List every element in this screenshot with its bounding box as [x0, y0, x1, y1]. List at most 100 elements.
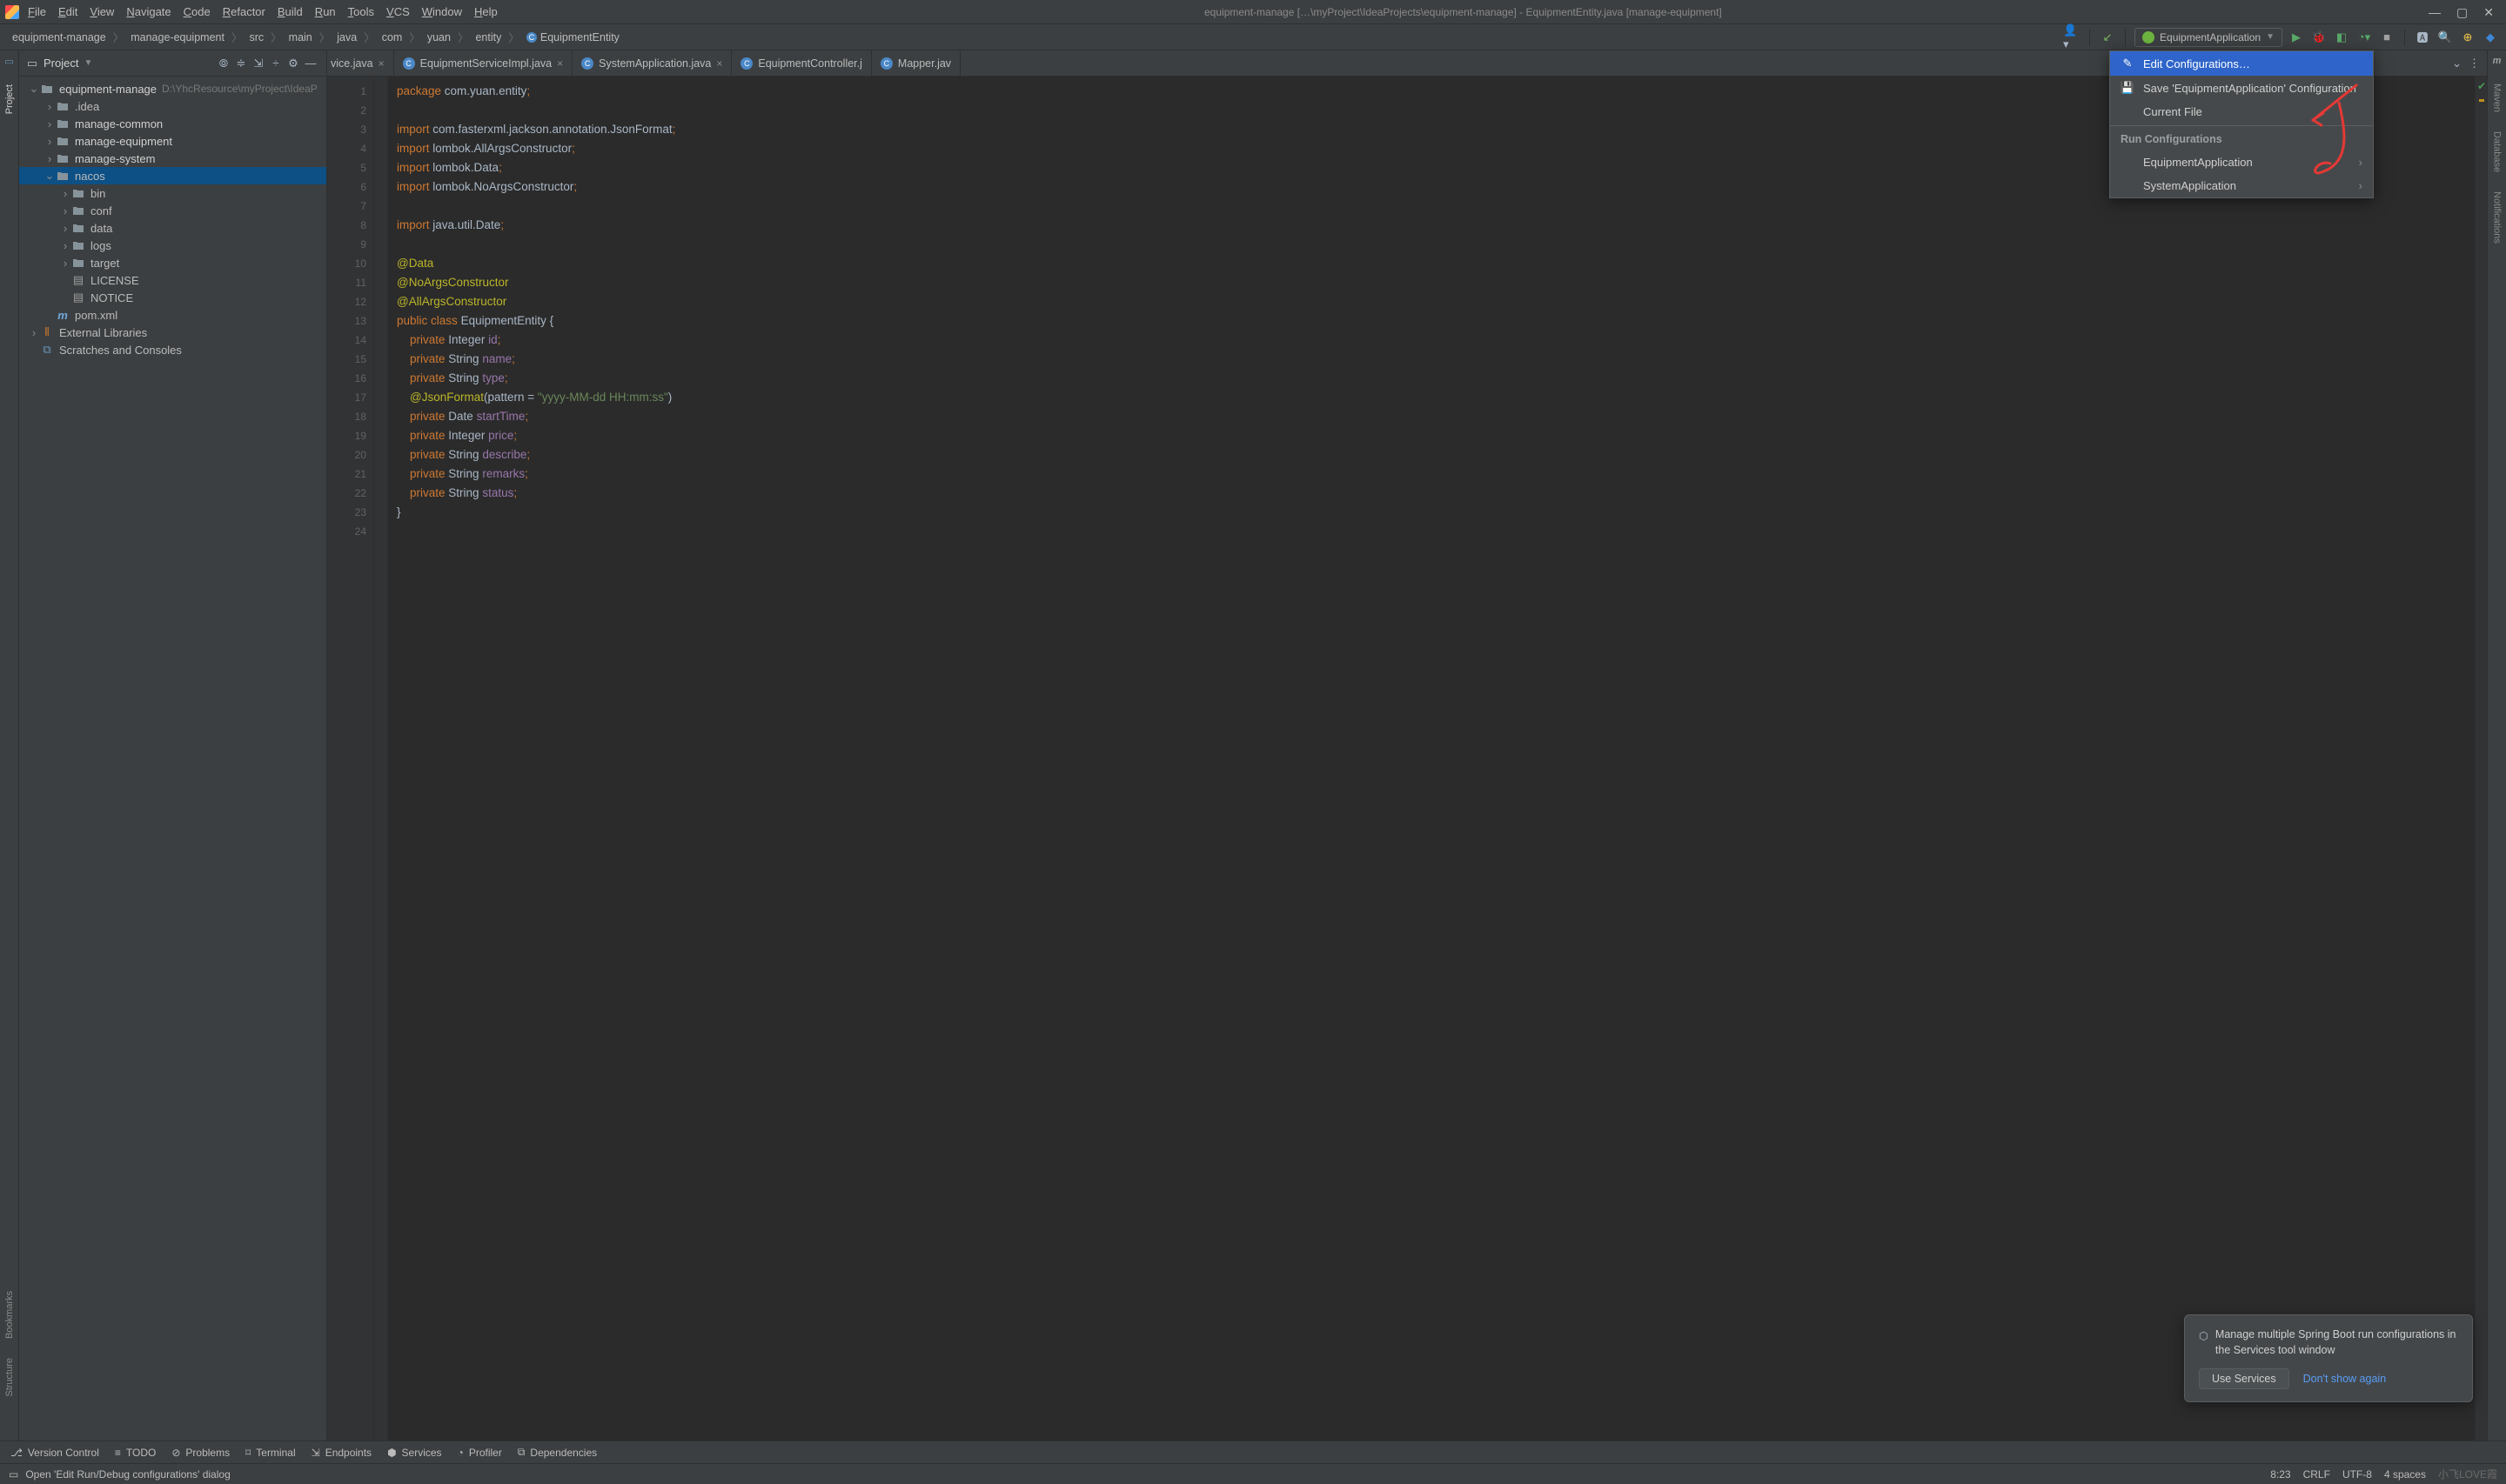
- project-tool-icon[interactable]: ▭: [4, 56, 13, 67]
- chevron-down-icon[interactable]: ▼: [84, 58, 92, 68]
- close-icon[interactable]: ×: [716, 57, 722, 70]
- tree-arrow[interactable]: ›: [59, 204, 71, 217]
- status-left-icon[interactable]: ▭: [9, 1468, 18, 1481]
- error-stripe[interactable]: ✔: [2475, 77, 2487, 1441]
- tree-arrow[interactable]: ⌄: [44, 169, 56, 183]
- stripe-maven[interactable]: Maven: [2492, 82, 2503, 114]
- bottom-version-control[interactable]: ⎇Version Control: [10, 1447, 99, 1459]
- code-area[interactable]: package com.yuan.entity; import com.fast…: [388, 77, 2475, 1441]
- update-project-icon[interactable]: ↙: [2099, 29, 2116, 46]
- line-separator[interactable]: CRLF: [2303, 1468, 2330, 1481]
- run-config-selector[interactable]: EquipmentApplication ▼: [2134, 28, 2282, 47]
- stop-button[interactable]: ■: [2378, 29, 2395, 46]
- tree-arrow[interactable]: ›: [59, 257, 71, 270]
- popup-save-configuration[interactable]: 💾 Save 'EquipmentApplication' Configurat…: [2110, 76, 2373, 100]
- debug-button[interactable]: 🐞: [2310, 29, 2328, 46]
- tree-license[interactable]: ▤LICENSE: [19, 271, 326, 289]
- run-button[interactable]: ▶: [2288, 29, 2305, 46]
- tree--idea[interactable]: ›.idea: [19, 97, 326, 115]
- crumb-src[interactable]: src: [245, 30, 267, 45]
- stripe-database[interactable]: Database: [2492, 130, 2503, 174]
- editor-tab[interactable]: CEquipmentServiceImpl.java×: [394, 50, 573, 76]
- tree-manage-system[interactable]: ›manage-system: [19, 150, 326, 167]
- gear-icon[interactable]: ⚙: [285, 55, 302, 72]
- plugin-icon[interactable]: ◆: [2482, 29, 2499, 46]
- menu-refactor[interactable]: Refactor: [223, 5, 265, 18]
- menu-file[interactable]: File: [28, 5, 46, 18]
- tree-arrow[interactable]: ›: [44, 135, 56, 148]
- tree-arrow[interactable]: ›: [44, 152, 56, 165]
- crumb-yuan[interactable]: yuan: [424, 30, 454, 45]
- crumb-entity[interactable]: entity: [472, 30, 505, 45]
- project-view-icon[interactable]: ▭: [26, 57, 38, 70]
- tree-bin[interactable]: ›bin: [19, 184, 326, 202]
- stripe-structure[interactable]: Structure: [4, 1356, 15, 1399]
- tab-list-icon[interactable]: ⌄: [2452, 57, 2462, 70]
- tree-data[interactable]: ›data: [19, 219, 326, 237]
- hide-icon[interactable]: —: [302, 55, 319, 72]
- fold-gutter[interactable]: [374, 77, 388, 1441]
- tree-arrow[interactable]: ›: [44, 117, 56, 130]
- crumb-equipment-manage[interactable]: equipment-manage: [9, 30, 110, 45]
- tree-arrow[interactable]: ›: [28, 326, 40, 339]
- editor-tab[interactable]: CEquipmentController.j: [732, 50, 872, 76]
- divide-icon[interactable]: ÷: [267, 55, 285, 72]
- editor-tab[interactable]: vice.java×: [327, 50, 394, 76]
- menu-build[interactable]: Build: [278, 5, 303, 18]
- bottom-profiler[interactable]: ◔Profiler: [458, 1447, 502, 1459]
- tree-conf[interactable]: ›conf: [19, 202, 326, 219]
- menu-edit[interactable]: Edit: [58, 5, 77, 18]
- coverage-button[interactable]: ◧: [2333, 29, 2350, 46]
- crumb-com[interactable]: com: [379, 30, 406, 45]
- tree-pom-xml[interactable]: mpom.xml: [19, 306, 326, 324]
- menu-run[interactable]: Run: [315, 5, 336, 18]
- line-gutter[interactable]: 123456789101112131415161718192021222324: [327, 77, 374, 1441]
- tree-manage-equipment[interactable]: ›manage-equipment: [19, 132, 326, 150]
- tree-logs[interactable]: ›logs: [19, 237, 326, 254]
- bottom-services[interactable]: ⬢Services: [387, 1447, 442, 1459]
- crumb-EquipmentEntity[interactable]: CEquipmentEntity: [523, 30, 623, 45]
- bottom-problems[interactable]: ⊘Problems: [171, 1447, 230, 1459]
- stripe-notifications[interactable]: Notifications: [2492, 190, 2503, 245]
- close-icon[interactable]: ×: [557, 57, 563, 70]
- crumb-main[interactable]: main: [285, 30, 316, 45]
- warning-mark[interactable]: [2479, 99, 2484, 102]
- close-icon[interactable]: ×: [379, 57, 385, 70]
- tree-external-libraries[interactable]: ›⫴External Libraries: [19, 324, 326, 341]
- menu-view[interactable]: View: [90, 5, 114, 18]
- tree-arrow[interactable]: ›: [59, 239, 71, 252]
- tree-arrow[interactable]: ›: [59, 187, 71, 200]
- popup-config-item[interactable]: SystemApplication ›: [2110, 174, 2373, 197]
- editor-tab[interactable]: CMapper.jav: [872, 50, 961, 76]
- stripe-project[interactable]: Project: [4, 83, 15, 116]
- profile-button[interactable]: ◔▾: [2355, 29, 2373, 46]
- menu-vcs[interactable]: VCS: [386, 5, 410, 18]
- crumb-java[interactable]: java: [333, 30, 360, 45]
- file-encoding[interactable]: UTF-8: [2342, 1468, 2372, 1481]
- tab-more-icon[interactable]: ⋮: [2469, 57, 2480, 70]
- tree-scratches-and-consoles[interactable]: ⧉Scratches and Consoles: [19, 341, 326, 358]
- stripe-bookmarks[interactable]: Bookmarks: [4, 1289, 15, 1340]
- maximize-button[interactable]: ▢: [2456, 6, 2468, 18]
- search-icon[interactable]: 🔍: [2436, 29, 2454, 46]
- indent[interactable]: 4 spaces: [2384, 1468, 2426, 1481]
- tree-arrow[interactable]: ⌄: [28, 82, 40, 96]
- menu-tools[interactable]: Tools: [348, 5, 374, 18]
- tree-arrow[interactable]: ›: [44, 100, 56, 113]
- code-with-me-icon[interactable]: 👤▾: [2063, 29, 2081, 46]
- tree-arrow[interactable]: ›: [59, 222, 71, 235]
- editor-tab[interactable]: CSystemApplication.java×: [573, 50, 732, 76]
- tree-manage-common[interactable]: ›manage-common: [19, 115, 326, 132]
- use-services-button[interactable]: Use Services: [2199, 1368, 2289, 1389]
- ide-settings-icon[interactable]: ⊕: [2459, 29, 2476, 46]
- menu-window[interactable]: Window: [422, 5, 462, 18]
- tree-nacos[interactable]: ⌄nacos: [19, 167, 326, 184]
- bottom-endpoints[interactable]: ⇲Endpoints: [312, 1447, 372, 1459]
- expand-all-icon[interactable]: ≑: [232, 55, 250, 72]
- collapse-all-icon[interactable]: ⇲: [250, 55, 267, 72]
- bottom-dependencies[interactable]: ⧉Dependencies: [518, 1446, 597, 1459]
- crumb-manage-equipment[interactable]: manage-equipment: [127, 30, 228, 45]
- minimize-button[interactable]: —: [2429, 6, 2441, 18]
- bottom-todo[interactable]: ≡TODO: [115, 1447, 156, 1459]
- tree-notice[interactable]: ▤NOTICE: [19, 289, 326, 306]
